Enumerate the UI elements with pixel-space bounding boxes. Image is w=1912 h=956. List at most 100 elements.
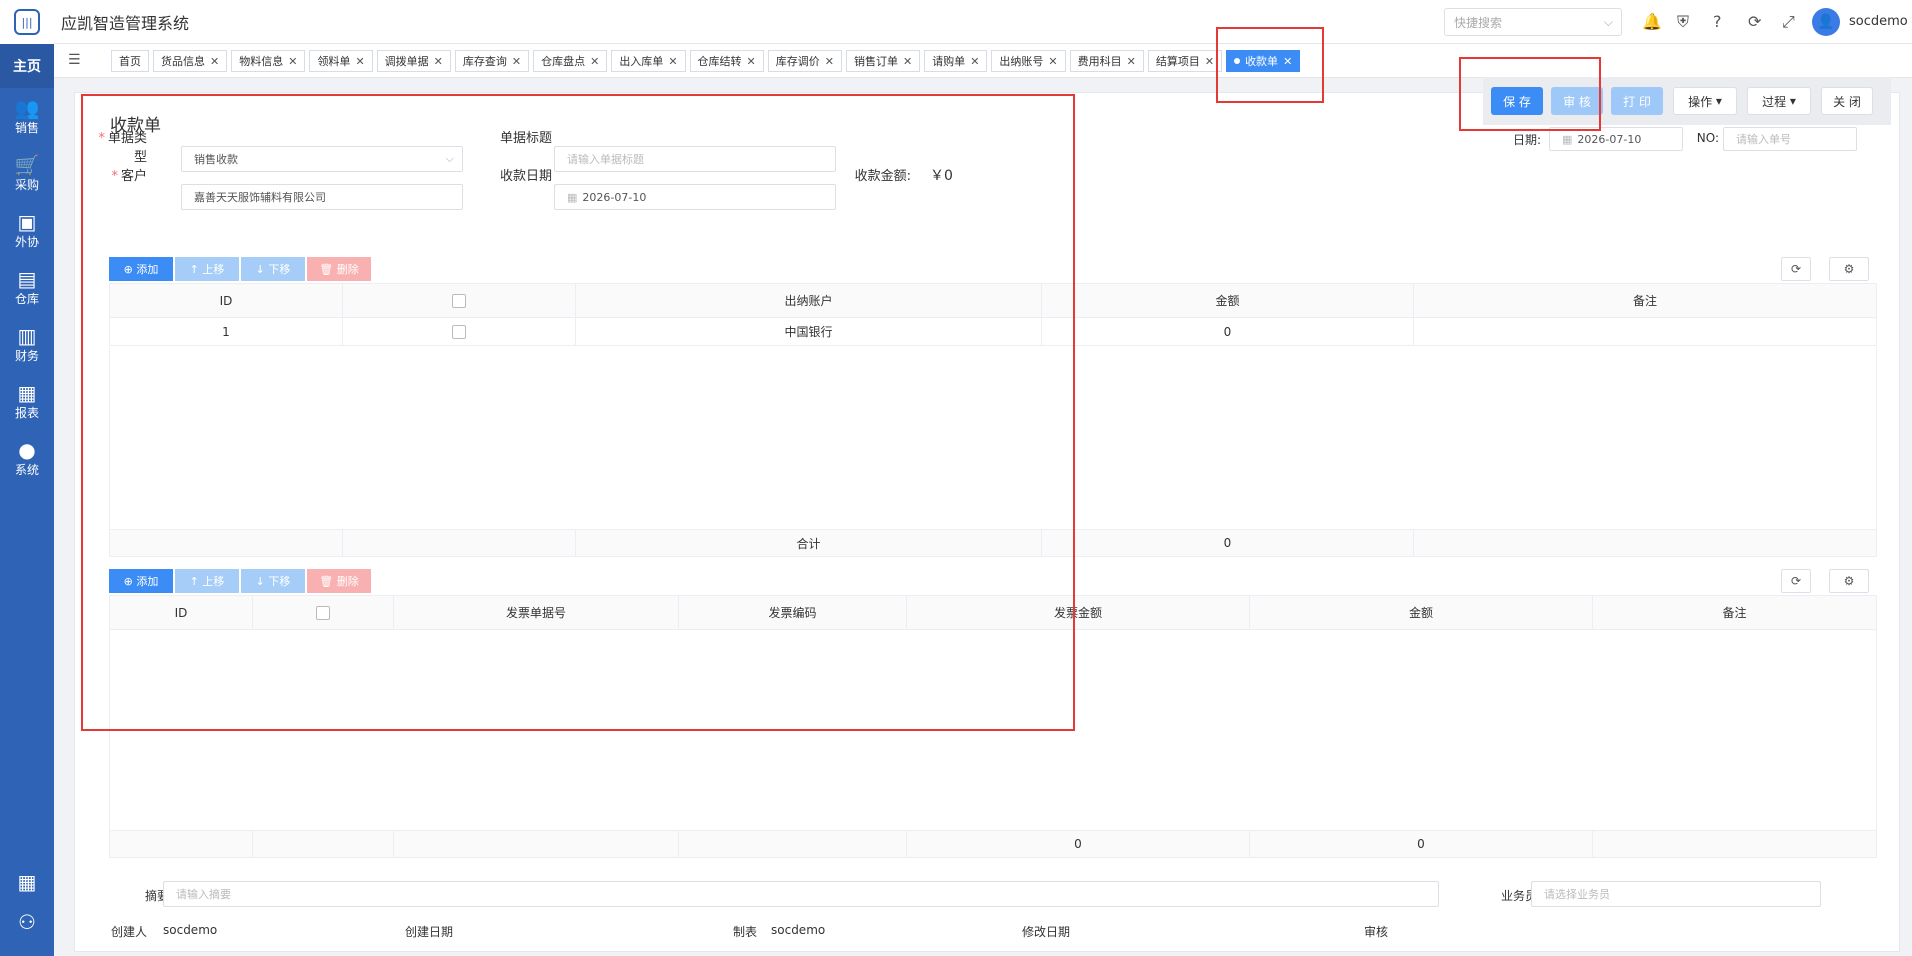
sidebar-item-outsource[interactable]: ▣ 外协 [0, 202, 54, 259]
creator-value: socdemo [163, 923, 218, 937]
doc-no-input[interactable]: 请输入单号 [1723, 127, 1857, 151]
tab-4[interactable]: 调拨单据 ✕ [376, 50, 451, 72]
sidebar-item-purchase[interactable]: 🛒 采购 [0, 145, 54, 202]
maker-label: 制表 [732, 925, 757, 939]
tab-1[interactable]: 货品信息 ✕ [153, 50, 228, 72]
grid1-refresh-icon[interactable]: ⟳ [1781, 257, 1811, 281]
tab-0[interactable]: 首页 [111, 50, 149, 72]
close-icon[interactable]: ✕ [210, 55, 219, 68]
select-all-checkbox[interactable] [452, 293, 466, 308]
close-icon[interactable]: ✕ [970, 55, 979, 68]
close-icon[interactable]: ✕ [1048, 55, 1057, 68]
sidebar-item-label: 报表 [14, 406, 39, 420]
bell-icon[interactable]: 🔔 [1642, 12, 1662, 31]
sidebar-item-finance[interactable]: ▥ 财务 [0, 316, 54, 373]
receipt-date-input[interactable]: ▦ 2026-07-10 [554, 184, 836, 210]
close-icon[interactable]: ✕ [747, 55, 756, 68]
sidebar-home[interactable]: 主页 [0, 44, 54, 88]
cell-amount[interactable]: 0 [1041, 317, 1414, 346]
table-row[interactable]: 1 中国银行 0 [109, 317, 1877, 346]
row-checkbox[interactable] [452, 324, 466, 339]
grid2-move-down-button[interactable]: ↓ 下移 [241, 569, 305, 593]
sidebar-item-label: 仓库 [14, 292, 39, 306]
fullscreen-icon[interactable]: ⤢ [1782, 12, 1795, 32]
username[interactable]: socdemo [1849, 14, 1908, 29]
tab-10[interactable]: 销售订单 ✕ [845, 50, 921, 72]
shield-icon[interactable]: ⛨ [1677, 12, 1689, 32]
close-icon[interactable]: ✕ [434, 55, 443, 68]
help-icon[interactable]: ? [1713, 12, 1722, 31]
sidebar-item-warehouse[interactable]: ▤ 仓库 [0, 259, 54, 316]
close-icon[interactable]: ✕ [1127, 55, 1136, 68]
tab-9[interactable]: 库存调价 ✕ [767, 50, 842, 72]
grid2-refresh-icon[interactable]: ⟳ [1781, 569, 1811, 593]
cell-note[interactable] [1413, 317, 1877, 346]
maker-value: socdemo [771, 923, 826, 937]
close-icon[interactable]: ✕ [825, 55, 834, 68]
grid2-delete-button[interactable]: 🗑 删除 [307, 569, 371, 593]
summary-input[interactable]: 请输入摘要 [163, 881, 1439, 907]
cell-account[interactable]: 中国银行 [575, 317, 1042, 346]
quick-search-select[interactable]: 快捷搜索 ⌵ [1444, 8, 1622, 36]
grid2-settings-icon[interactable]: ⚙ [1829, 569, 1869, 593]
chart-icon: ▦ [17, 381, 37, 405]
tab-3[interactable]: 领料单 ✕ [309, 50, 373, 72]
close-icon[interactable]: ✕ [668, 55, 677, 68]
grid1-add-button[interactable]: ⊕ 添加 [109, 257, 173, 281]
sidebar-item-label: 销售 [14, 121, 39, 135]
refresh-icon[interactable]: ⟳ [1748, 12, 1761, 31]
salesman-select[interactable]: 请选择业务员 [1531, 881, 1821, 907]
tab-15[interactable]: 收款单 ✕ [1226, 50, 1301, 72]
tab-2[interactable]: 物料信息 ✕ [231, 50, 306, 72]
grid1-delete-button[interactable]: 🗑 删除 [307, 257, 371, 281]
audit-button[interactable]: 审 核 [1551, 87, 1603, 115]
close-icon[interactable]: ✕ [1283, 55, 1292, 68]
sidebar-item-reports[interactable]: ▦ 报表 [0, 373, 54, 430]
apps-grid-icon[interactable]: ▦ [0, 862, 54, 902]
tab-6[interactable]: 仓库盘点 ✕ [533, 50, 608, 72]
tab-11[interactable]: 请购单 ✕ [924, 50, 988, 72]
tab-label: 销售订单 [853, 55, 898, 68]
sidebar-item-sales[interactable]: 👥 销售 [0, 88, 54, 145]
close-icon[interactable]: ✕ [590, 55, 599, 68]
save-button[interactable]: 保 存 [1491, 87, 1543, 115]
tab-label: 货品信息 [161, 55, 205, 68]
sum-cell [394, 831, 679, 857]
process-dropdown[interactable]: 过程 ▾ [1747, 87, 1811, 115]
tab-8[interactable]: 仓库结转 ✕ [689, 50, 764, 72]
close-icon[interactable]: ✕ [355, 55, 364, 68]
operate-dropdown[interactable]: 操作 ▾ [1673, 87, 1737, 115]
date-input[interactable]: ▦ 2026-07-10 [1549, 127, 1683, 151]
sidebar-item-system[interactable]: ● 系统 [0, 430, 54, 487]
tab-13[interactable]: 费用科目 ✕ [1069, 50, 1144, 72]
customer-input[interactable]: 嘉善天天服饰辅料有限公司 [181, 184, 463, 210]
close-icon[interactable]: ✕ [903, 55, 912, 68]
grid1-move-up-button[interactable]: ↑ 上移 [175, 257, 239, 281]
avatar[interactable]: 👤 [1812, 8, 1840, 36]
select-all-checkbox[interactable] [316, 605, 330, 620]
main-panel: 保 存 审 核 打 印 操作 ▾ 过程 ▾ 关 闭 收款单 * 单据类型 销售收款… [74, 77, 1900, 952]
tab-7[interactable]: 出入库单 ✕ [611, 50, 686, 72]
sidebar-bottom: ▦ ⚇ [0, 862, 54, 956]
doc-title-input[interactable]: 请输入单据标题 [554, 146, 836, 172]
tab-12[interactable]: 出纳账号 ✕ [991, 50, 1066, 72]
grid2-move-up-button[interactable]: ↑ 上移 [175, 569, 239, 593]
no-label: NO: [1696, 131, 1719, 145]
grid1-move-down-button[interactable]: ↓ 下移 [241, 257, 305, 281]
tab-14[interactable]: 结算项目 ✕ [1147, 50, 1223, 72]
doc-type-select[interactable]: 销售收款 ⌵ [181, 146, 463, 172]
close-icon[interactable]: ✕ [512, 55, 521, 68]
close-icon[interactable]: ✕ [288, 55, 297, 68]
grid2-add-button[interactable]: ⊕ 添加 [109, 569, 173, 593]
close-button[interactable]: 关 闭 [1821, 87, 1873, 115]
network-icon[interactable]: ⚇ [0, 902, 54, 942]
grid1-settings-icon[interactable]: ⚙ [1829, 257, 1869, 281]
print-button[interactable]: 打 印 [1611, 87, 1663, 115]
tab-label: 费用科目 [1077, 55, 1122, 68]
menu-toggle-icon[interactable]: ☰ [68, 52, 81, 68]
close-icon[interactable]: ✕ [1205, 55, 1214, 68]
column-header-note: 备注 [1413, 283, 1877, 318]
tab-label: 库存调价 [775, 55, 820, 68]
active-dot-icon [1234, 58, 1241, 64]
tab-5[interactable]: 库存查询 ✕ [454, 50, 530, 72]
